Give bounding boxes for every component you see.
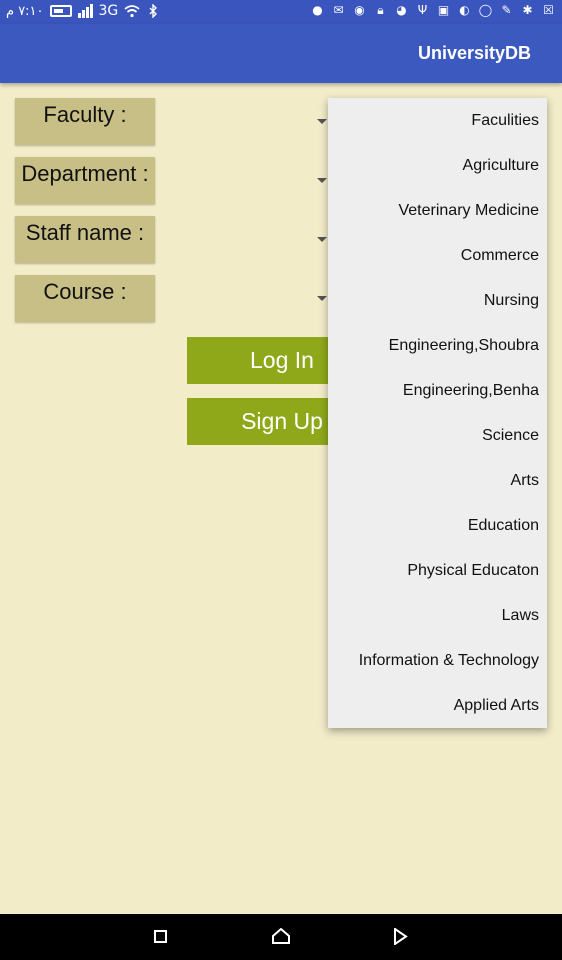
signal-icon [77,4,93,18]
faculty-label: Faculty : [15,98,155,145]
app-bar: UniversityDB [0,24,562,83]
status-bar: ٧:١٠ م 3G ● ✉ ◉ 🔒︎ ◕ Ψ ▣ ◐ ◯ ✎ ✱ ☒ [0,0,562,24]
recent-apps-icon[interactable] [154,930,167,943]
dropdown-item[interactable]: Applied Arts [328,683,547,728]
course-label: Course : [15,275,155,322]
dropdown-item[interactable]: Engineering,Shoubra [328,323,547,368]
course-spinner-arrow-icon[interactable] [317,296,327,301]
dropdown-item[interactable]: Arts [328,458,547,503]
image-icon: ▣ [437,3,450,17]
notification-icon: ● [312,3,323,17]
dropdown-item[interactable]: Faculities [328,98,547,143]
navigation-bar [0,914,562,960]
app-title: UniversityDB [417,43,531,63]
messenger-icon: ◕ [396,3,407,17]
back-icon[interactable] [393,928,408,945]
dropdown-list: Faculities Agriculture Veterinary Medicine… [328,98,547,728]
staff-name-label: Staff name : [15,216,155,263]
mail-icon: ✉ [333,3,344,17]
faculty-dropdown: Faculities Agriculture Veterinary Medicine… [328,98,547,728]
staff-spinner-arrow-icon[interactable] [317,237,327,242]
whatsapp-icon: ◯ [478,3,493,17]
dropdown-item[interactable]: Physical Educaton [328,548,547,593]
usb-icon: Ψ [417,3,428,17]
status-time: ٧:١٠ م [6,3,44,19]
department-label: Department : [15,157,155,204]
app-icon: ◐ [459,3,470,17]
dropdown-item[interactable]: Commerce [328,233,547,278]
dropdown-item[interactable]: Engineering,Benha [328,368,547,413]
battery-icon [49,5,72,17]
dropdown-item[interactable]: Science [328,413,547,458]
wrench-icon: ✎ [501,3,512,17]
faculty-spinner-arrow-icon[interactable] [317,119,327,124]
close-box-icon: ☒ [543,3,554,17]
dropdown-item[interactable]: Laws [328,593,547,638]
department-spinner-arrow-icon[interactable] [317,178,327,183]
lock-icon: 🔒︎ [377,3,384,17]
bluetooth-icon [145,2,160,19]
settings-icon: ✱ [522,3,533,17]
dropdown-item[interactable]: Agriculture [328,143,547,188]
chrome-icon: ◉ [354,3,365,17]
wifi-icon [124,4,140,19]
dropdown-item[interactable]: Veterinary Medicine [328,188,547,233]
dropdown-item[interactable]: Information & Technology [328,638,547,683]
home-icon[interactable] [272,928,290,944]
network-type: 3G [98,3,119,19]
dropdown-item[interactable]: Nursing [328,278,547,323]
dropdown-item[interactable]: Education [328,503,547,548]
